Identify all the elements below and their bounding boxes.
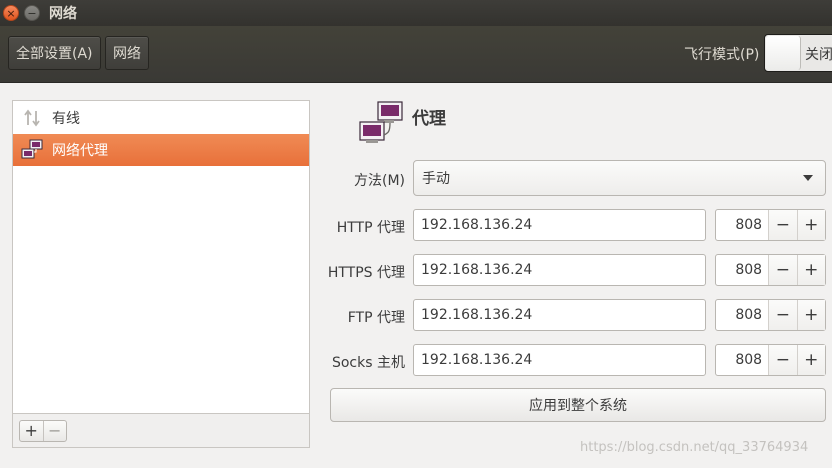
https-proxy-host-input[interactable]: 192.168.136.24 [413, 254, 706, 286]
https-proxy-port-value[interactable]: 808 [716, 255, 768, 285]
ftp-proxy-port-spinner: 808 − + [715, 299, 826, 331]
socks-port-value[interactable]: 808 [716, 345, 768, 375]
method-label: 方法(M) [353, 173, 405, 189]
airplane-mode-label: 飞行模式(P) [684, 47, 760, 63]
method-select[interactable]: 手动 [413, 160, 826, 196]
window-title: 网络 [49, 6, 77, 22]
network-proxy-icon [21, 139, 43, 161]
wired-arrows-icon [21, 107, 43, 129]
http-proxy-port-spinner: 808 − + [715, 209, 826, 241]
http-proxy-label: HTTP 代理 [336, 220, 405, 236]
sidebar-item-network-proxy[interactable]: 网络代理 [13, 134, 309, 166]
apply-system-wide-button[interactable]: 应用到整个系统 [330, 388, 826, 422]
close-icon: × [6, 6, 16, 20]
http-port-increment-button[interactable]: + [796, 210, 825, 240]
ftp-proxy-label: FTP 代理 [347, 310, 405, 326]
https-proxy-label: HTTPS 代理 [327, 265, 405, 281]
minimize-window-button[interactable]: − [24, 5, 40, 21]
title-bar: × − 网络 [0, 0, 832, 26]
remove-device-button[interactable]: − [44, 421, 67, 441]
dropdown-arrow-icon [803, 175, 813, 181]
header-toolbar: 全部设置(A) 网络 飞行模式(P) 关闭 [0, 26, 832, 83]
device-list-toolbar: + − [12, 414, 310, 448]
sidebar-item-wired[interactable]: 有线 [13, 102, 309, 134]
sidebar-item-label: 网络代理 [52, 143, 108, 159]
sidebar-item-label: 有线 [52, 111, 80, 127]
switch-knob[interactable] [766, 36, 801, 70]
ftp-proxy-port-value[interactable]: 808 [716, 300, 768, 330]
socks-host-label: Socks 主机 [331, 355, 405, 371]
add-remove-buttons: + − [19, 420, 67, 442]
socks-port-decrement-button[interactable]: − [768, 345, 797, 375]
socks-port-increment-button[interactable]: + [796, 345, 825, 375]
minimize-icon: − [27, 6, 37, 20]
network-proxy-large-icon [358, 100, 404, 146]
network-breadcrumb-button[interactable]: 网络 [105, 36, 149, 70]
airplane-mode-state: 关闭 [805, 47, 832, 63]
http-proxy-port-value[interactable]: 808 [716, 210, 768, 240]
https-port-increment-button[interactable]: + [796, 255, 825, 285]
all-settings-button[interactable]: 全部设置(A) [8, 36, 101, 70]
https-proxy-port-spinner: 808 − + [715, 254, 826, 286]
socks-host-input[interactable]: 192.168.136.24 [413, 344, 706, 376]
http-port-decrement-button[interactable]: − [768, 210, 797, 240]
add-device-button[interactable]: + [20, 421, 44, 441]
http-proxy-host-input[interactable]: 192.168.136.24 [413, 209, 706, 241]
close-window-button[interactable]: × [3, 5, 19, 21]
ftp-port-decrement-button[interactable]: − [768, 300, 797, 330]
https-port-decrement-button[interactable]: − [768, 255, 797, 285]
device-list: 有线 网络代理 [12, 100, 310, 414]
ftp-port-increment-button[interactable]: + [796, 300, 825, 330]
watermark: https://blog.csdn.net/qq_33764934 [580, 440, 809, 455]
proxy-title: 代理 [412, 109, 446, 129]
ftp-proxy-host-input[interactable]: 192.168.136.24 [413, 299, 706, 331]
airplane-mode-switch[interactable]: 关闭 [764, 34, 832, 72]
socks-port-spinner: 808 − + [715, 344, 826, 376]
method-value: 手动 [422, 171, 450, 187]
